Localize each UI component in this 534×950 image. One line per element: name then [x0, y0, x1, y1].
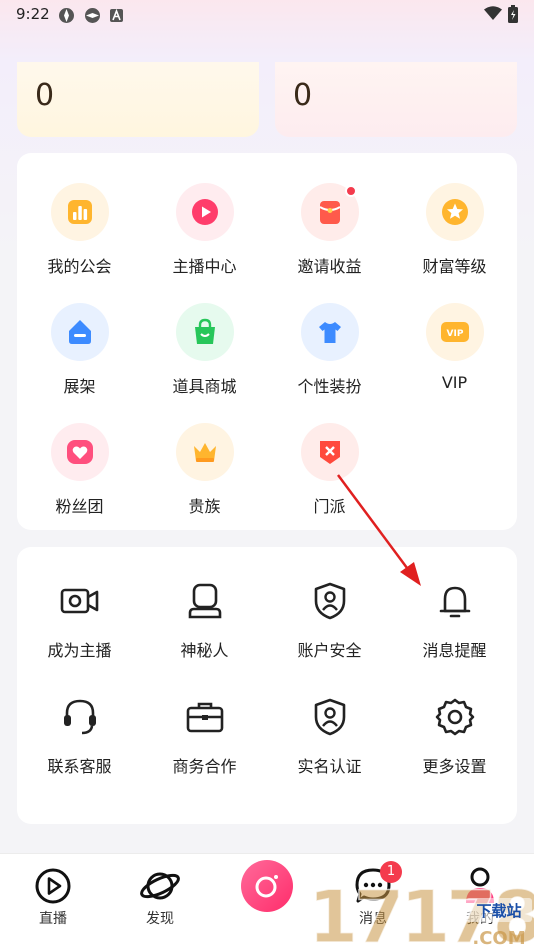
svg-text:下载站: 下载站	[476, 902, 521, 920]
tab-label: 直播	[39, 911, 67, 927]
annotation-arrow	[336, 474, 421, 586]
play-circle-icon	[8, 866, 98, 906]
planet-icon	[115, 866, 205, 906]
tab-label: 发现	[146, 911, 174, 927]
svg-text:.COM: .COM	[472, 928, 525, 949]
camera-center-icon	[241, 860, 293, 912]
tab-live[interactable]: 直播	[8, 866, 98, 928]
watermark-logo: 17178 下载站 .COM	[307, 860, 534, 950]
tab-camera-center[interactable]	[222, 860, 312, 914]
tab-discover[interactable]: 发现	[115, 866, 205, 928]
